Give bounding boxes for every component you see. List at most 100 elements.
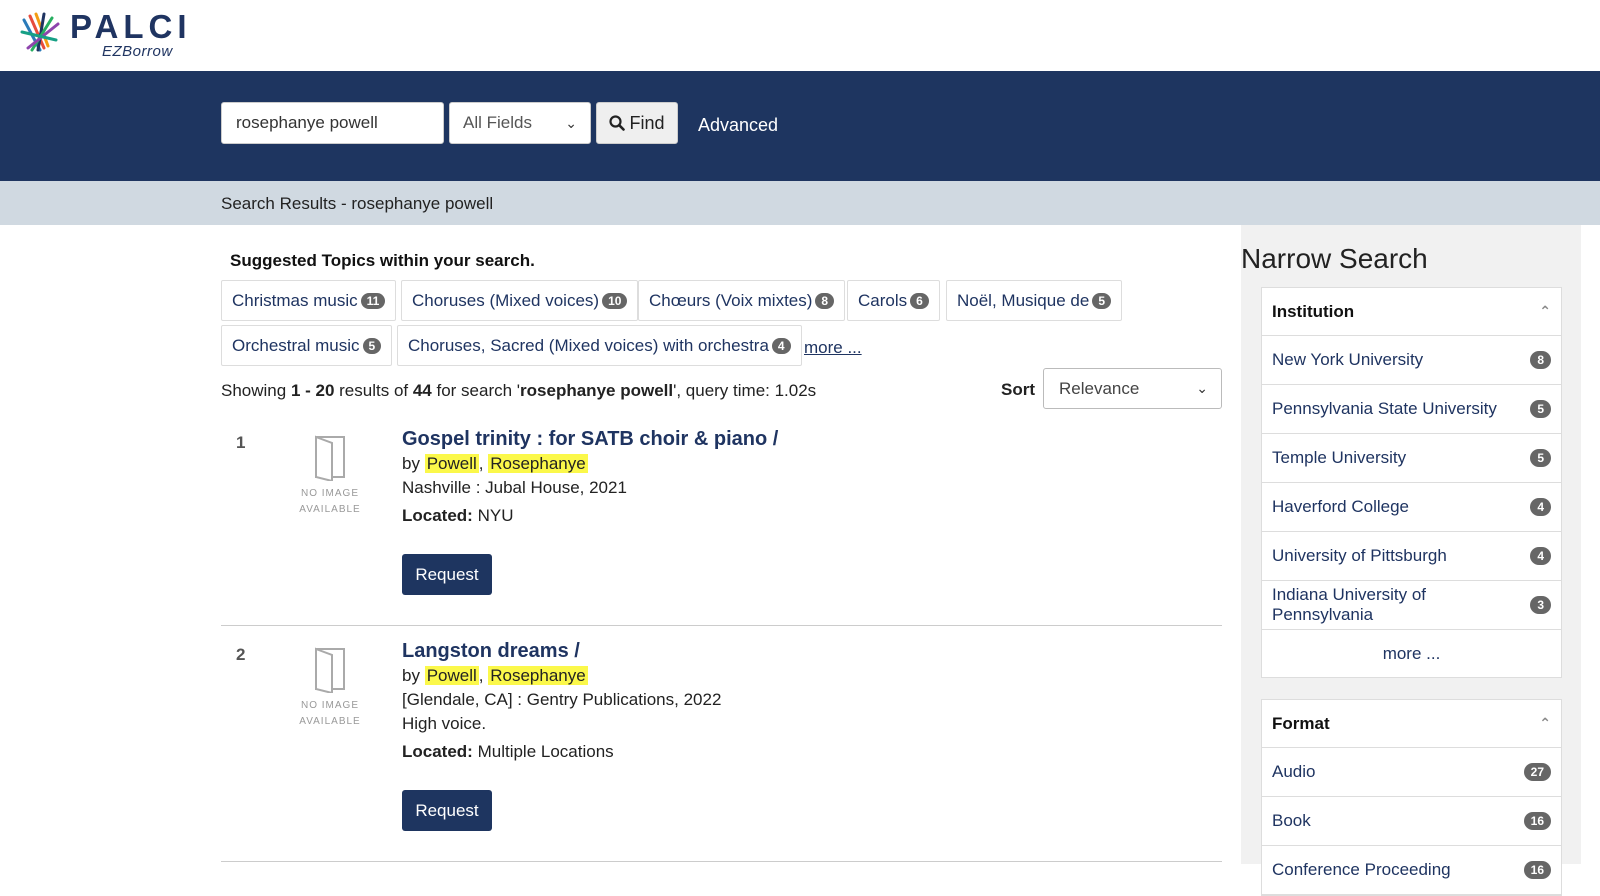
facet-item[interactable]: Audio 27 [1262,748,1561,797]
facet-count-badge: 3 [1530,596,1551,614]
search-field-select[interactable]: All Fields ⌄ [449,102,591,144]
result-location: Located: NYU [402,504,778,528]
facet-item[interactable]: Indiana University of Pennsylvania 3 [1262,581,1561,630]
facet-count-badge: 4 [1530,498,1551,516]
facet-count-badge: 16 [1523,812,1551,830]
topic-chip[interactable]: Orchestral music 5 [221,325,393,366]
find-button[interactable]: Find [596,102,678,144]
result-publisher: Nashville : Jubal House, 2021 [402,478,627,497]
facet-item[interactable]: Book 16 [1262,797,1561,846]
facet-header[interactable]: Format ⌃ [1262,700,1561,748]
page-scrollbar[interactable] [1581,225,1600,864]
no-image-icon [315,647,345,695]
topic-label: Choruses (Mixed voices) [412,290,600,310]
result-title-link[interactable]: Gospel trinity : for SATB choir & piano … [402,427,778,452]
chevron-up-icon: ⌃ [1539,715,1551,731]
author-last-name[interactable]: Powell [424,454,479,473]
search-bar: All Fields ⌄ Find Advanced [0,71,1600,181]
facet-item[interactable]: Haverford College 4 [1262,483,1561,532]
summary-for: for search ' [431,381,521,400]
topic-chip[interactable]: Christmas music 11 [221,280,397,321]
no-image-line2: AVAILABLE [299,716,361,727]
topic-count-badge: 5 [1092,292,1111,309]
topic-chip[interactable]: Chœurs (Voix mixtes) 8 [638,280,846,321]
search-icon [609,115,626,131]
facet-item[interactable]: Temple University 5 [1262,434,1561,483]
author-last-name[interactable]: Powell [424,666,479,685]
topic-count-badge: 4 [771,337,791,354]
find-label: Find [629,112,665,133]
sort-label: Sort [1001,380,1035,399]
palci-logo[interactable]: PALCI EZBorrow [18,10,192,59]
facet-item-label: Conference Proceeding [1272,860,1451,879]
no-image-line2: AVAILABLE [299,504,361,515]
topic-count-badge: 5 [362,337,382,354]
search-input[interactable] [221,102,444,144]
breadcrumb: Search Results - rosephanye powell [221,194,494,213]
result-number: 1 [236,433,246,452]
facet-item[interactable]: University of Pittsburgh 4 [1262,532,1561,581]
narrow-search-title: Narrow Search [1241,243,1428,274]
summary-prefix: Showing [221,381,291,400]
topic-chip[interactable]: Carols 6 [847,280,940,321]
facet-item[interactable]: Conference Proceeding 16 [1262,846,1561,895]
more-topics-link[interactable]: more ... [804,338,862,358]
no-image-thumbnail: NO IMAGE AVAILABLE [298,433,362,515]
located-value: NYU [477,506,514,525]
summary-range: 1 - 20 [290,381,335,400]
facet-item-label: Audio [1272,762,1316,781]
facet-item-label: Book [1272,811,1311,830]
topic-count-badge: 8 [815,292,835,309]
facet-item-label: Haverford College [1272,497,1410,516]
facet-format: Format ⌃ Audio 27 Book 16 Conference Pro… [1261,699,1562,896]
result-title-link[interactable]: Langston dreams / [402,639,721,664]
facet-heading: Institution [1272,301,1355,321]
result-author: by Powell, Rosephanye [402,454,588,473]
topic-chip[interactable]: Choruses, Sacred (Mixed voices) with orc… [397,325,802,366]
facet-item[interactable]: Pennsylvania State University 5 [1262,385,1561,434]
topic-label: Carols [858,290,908,310]
topic-label: Christmas music [232,290,358,310]
topic-label: Chœurs (Voix mixtes) [649,290,813,310]
request-button[interactable]: Request [402,554,492,595]
topic-label: Noël, Musique de [957,290,1090,310]
result-author: by Powell, Rosephanye [402,666,588,685]
summary-total: 44 [412,381,432,400]
summary-query: rosephanye powell [520,381,674,400]
chevron-down-icon: ⌄ [1196,380,1208,396]
result-number: 2 [236,645,246,664]
breadcrumb-bar: Search Results - rosephanye powell [0,181,1600,225]
facet-item-label: Temple University [1272,448,1407,467]
facet-item-label: Pennsylvania State University [1272,399,1497,418]
facet-item[interactable]: New York University 8 [1262,336,1561,385]
topic-count-badge: 11 [360,292,386,309]
topic-chip[interactable]: Choruses (Mixed voices) 10 [401,280,639,321]
result-divider [221,861,1222,862]
result-body: Langston dreams / by Powell, Rosephanye … [402,639,721,831]
facet-more-link[interactable]: more ... [1262,630,1561,677]
request-button[interactable]: Request [402,790,492,831]
topic-chip[interactable]: Noël, Musique de 5 [946,280,1122,321]
facet-item-label: New York University [1272,350,1424,369]
no-image-line1: NO IMAGE [300,700,359,711]
search-field-value: All Fields [463,113,532,132]
no-image-line1: NO IMAGE [300,488,359,499]
suggested-topics-title: Suggested Topics within your search. [230,251,535,270]
author-first-name[interactable]: Rosephanye [488,454,588,473]
palci-logo-icon [20,12,60,52]
advanced-search-link[interactable]: Advanced [698,115,778,136]
sort-value: Relevance [1059,378,1140,398]
facet-count-badge: 5 [1530,400,1551,418]
result-extra: High voice. [402,714,487,733]
narrow-search-sidebar: Narrow Search Institution ⌃ New York Uni… [1241,225,1581,896]
author-first-name[interactable]: Rosephanye [488,666,588,685]
facet-header[interactable]: Institution ⌃ [1262,288,1561,336]
facet-item-label: University of Pittsburgh [1272,546,1447,565]
facet-count-badge: 4 [1530,547,1551,565]
facet-item-label: Indiana University of Pennsylvania [1272,585,1427,624]
summary-mid: results of [334,381,413,400]
sort-select[interactable]: Relevance ⌄ [1043,368,1222,409]
located-label: Located: [402,506,473,525]
facet-count-badge: 27 [1523,763,1551,781]
author-by: by [402,666,420,685]
